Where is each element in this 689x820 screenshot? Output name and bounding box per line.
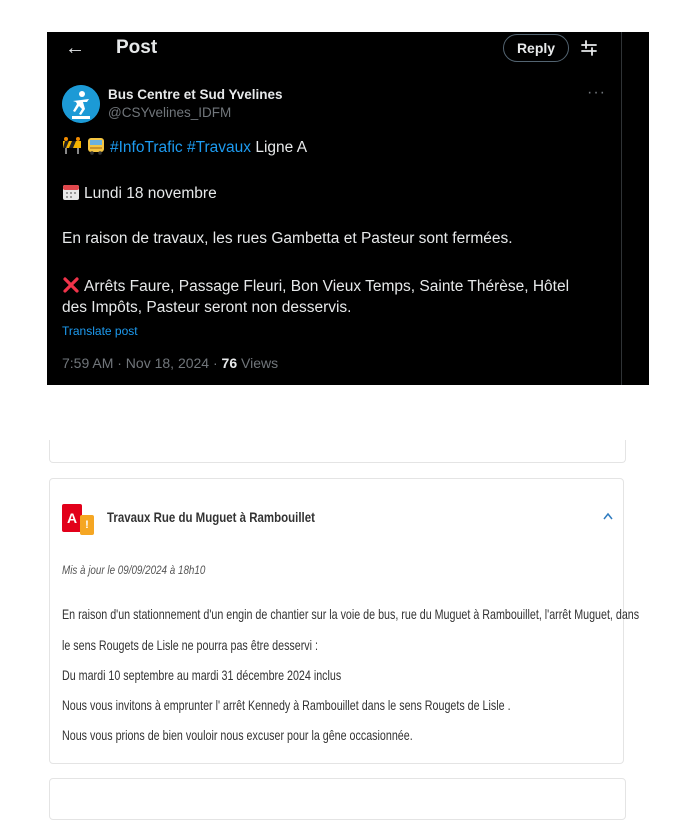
card-paragraph-2: le sens Rougets de Lisle ne pourra pas ê… bbox=[62, 637, 319, 653]
tweet-line-stops-2: des Impôts, Pasteur seront non desservis… bbox=[62, 299, 352, 316]
card-paragraph-1: En raison d'un stationnement d'un engin … bbox=[62, 606, 640, 622]
tune-icon[interactable] bbox=[580, 39, 598, 57]
tweet-line-stops-1: Arrêts Faure, Passage Fleuri, Bon Vieux … bbox=[62, 276, 569, 296]
author-name[interactable]: Bus Centre et Sud Yvelines bbox=[108, 87, 283, 102]
line-label: Ligne A bbox=[251, 139, 308, 156]
post-timestamp[interactable]: 7:59 AM · Nov 18, 2024 · bbox=[62, 355, 222, 371]
card-paragraph-4: Nous vous invitons à emprunter l' arrêt … bbox=[62, 697, 511, 713]
views-count: 76 bbox=[221, 355, 238, 371]
card-title[interactable]: Travaux Rue du Muguet à Rambouillet bbox=[107, 509, 315, 525]
tweet-line-reason: En raison de travaux, les rues Gambetta … bbox=[62, 230, 513, 247]
disruption-card: A ! Travaux Rue du Muguet à Rambouillet … bbox=[49, 478, 639, 764]
bus-icon bbox=[88, 138, 104, 155]
calendar-icon bbox=[63, 185, 79, 200]
person-logo-icon bbox=[62, 85, 100, 123]
author-handle[interactable]: @CSYvelines_IDFM bbox=[108, 105, 231, 120]
hashtag-travaux[interactable]: #Travaux bbox=[187, 139, 251, 156]
column-divider bbox=[621, 32, 622, 385]
warning-icon: ! bbox=[80, 515, 94, 535]
card-paragraph-3: Du mardi 10 septembre au mardi 31 décemb… bbox=[62, 667, 342, 683]
more-options-icon[interactable]: ··· bbox=[587, 84, 606, 102]
next-card-edge bbox=[49, 778, 626, 820]
stops-text-1: Arrêts Faure, Passage Fleuri, Bon Vieux … bbox=[84, 278, 570, 295]
date-text: Lundi 18 novembre bbox=[84, 185, 217, 202]
reply-button[interactable]: Reply bbox=[503, 34, 569, 62]
construction-icon bbox=[63, 137, 81, 154]
card-paragraph-5: Nous vous prions de bien vouloir nous ex… bbox=[62, 727, 413, 743]
back-arrow-icon[interactable]: ← bbox=[65, 37, 85, 60]
translate-post-link[interactable]: Translate post bbox=[62, 324, 138, 338]
tweet-line-tags: #InfoTrafic #Travaux Ligne A bbox=[62, 137, 307, 157]
line-a-badge: A bbox=[62, 504, 82, 532]
tweet-line-date: Lundi 18 novembre bbox=[62, 183, 217, 203]
page-title: Post bbox=[116, 37, 158, 58]
tweet-panel: ← Post Reply Bus Centre et Sud Yvelines … bbox=[47, 32, 649, 385]
chevron-up-icon[interactable] bbox=[602, 511, 614, 521]
previous-card-edge bbox=[49, 440, 626, 463]
hashtag-infotrafic[interactable]: #InfoTrafic bbox=[110, 139, 183, 156]
post-meta: 7:59 AM · Nov 18, 2024 · 76 Views bbox=[62, 355, 278, 371]
views-label: Views bbox=[237, 355, 279, 371]
updated-date: Mis à jour le 09/09/2024 à 18h10 bbox=[62, 563, 206, 577]
avatar[interactable] bbox=[62, 85, 100, 123]
cross-mark-icon bbox=[63, 277, 79, 293]
